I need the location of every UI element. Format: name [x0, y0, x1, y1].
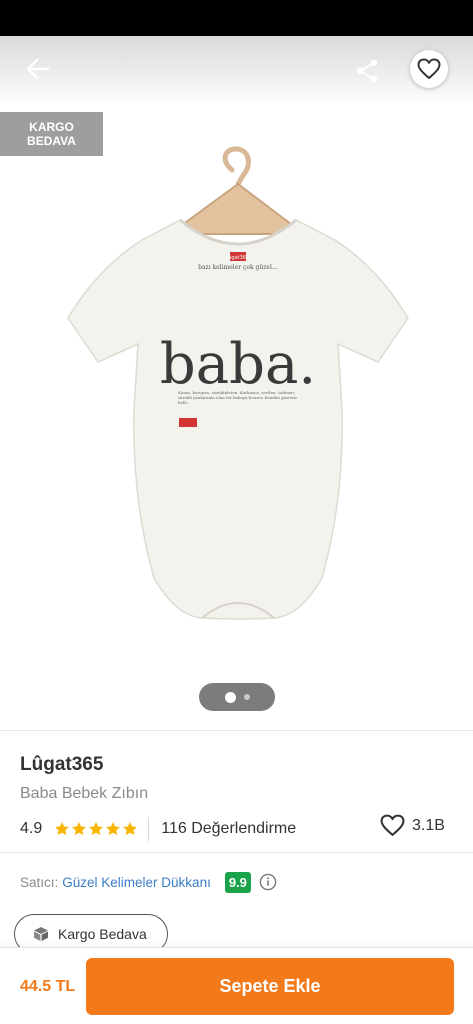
free-shipping-tag-line1: KARGO — [29, 120, 74, 134]
rating-score: 4.9 — [20, 820, 43, 837]
favorite-count[interactable]: 3.1B — [380, 814, 445, 837]
product-image: lûgat365 bazı kelimeler çok güzel… baba.… — [67, 146, 409, 620]
bottom-action-bar: 44.5 TL Sepete Ekle — [0, 947, 473, 1024]
seller-name-link[interactable]: Güzel Kelimeler Dükkanı — [62, 875, 211, 890]
star-icon — [55, 822, 70, 836]
seller-row: Satıcı: Güzel Kelimeler Dükkanı 9.9 — [20, 870, 277, 894]
review-count-link[interactable]: 116 Değerlendirme — [161, 820, 296, 838]
print-tagline: bazı kelimeler çok güzel… — [198, 264, 278, 271]
add-to-cart-button[interactable]: Sepete Ekle — [86, 958, 454, 1015]
separator — [148, 817, 150, 841]
back-button[interactable] — [18, 54, 58, 84]
share-button[interactable] — [350, 54, 384, 88]
favorite-button[interactable] — [410, 50, 448, 88]
pager-dot-active[interactable] — [224, 691, 236, 703]
print-body-text: Kanat, koruyan, sözüdinleten. Korkusuz, … — [178, 390, 298, 405]
free-shipping-chip-label: Kargo Bedava — [58, 926, 147, 942]
divider — [0, 730, 473, 731]
print-logo-text: lûgat365 — [227, 254, 249, 261]
brand-name[interactable]: Lûgat365 — [20, 754, 103, 776]
star-icon — [72, 822, 87, 836]
price: 44.5 TL — [20, 978, 76, 995]
share-icon — [356, 59, 378, 83]
top-fade — [0, 36, 473, 106]
heart-icon — [380, 814, 405, 836]
back-arrow-icon — [26, 58, 50, 80]
info-icon[interactable] — [259, 873, 277, 891]
print-logo-small — [179, 418, 197, 427]
star-icon — [123, 822, 138, 836]
print-headline: baba. — [160, 332, 316, 397]
product-name: Baba Bebek Zıbın — [20, 785, 149, 802]
status-bar — [0, 0, 473, 36]
heart-icon — [417, 58, 441, 79]
seller-label: Satıcı: — [20, 874, 59, 890]
divider — [0, 852, 473, 853]
star-icon — [89, 822, 104, 836]
product-image-gallery[interactable]: KARGO BEDAVA lûgat365 bazı kelimeler çok… — [0, 36, 473, 730]
pager-dot[interactable] — [243, 694, 250, 700]
box-icon — [34, 927, 48, 941]
image-pager[interactable] — [199, 683, 275, 711]
star-icon — [106, 822, 121, 836]
seller-score-badge: 9.9 — [224, 871, 251, 893]
rating-stars — [54, 821, 138, 837]
favorite-count-value: 3.1B — [412, 816, 445, 834]
